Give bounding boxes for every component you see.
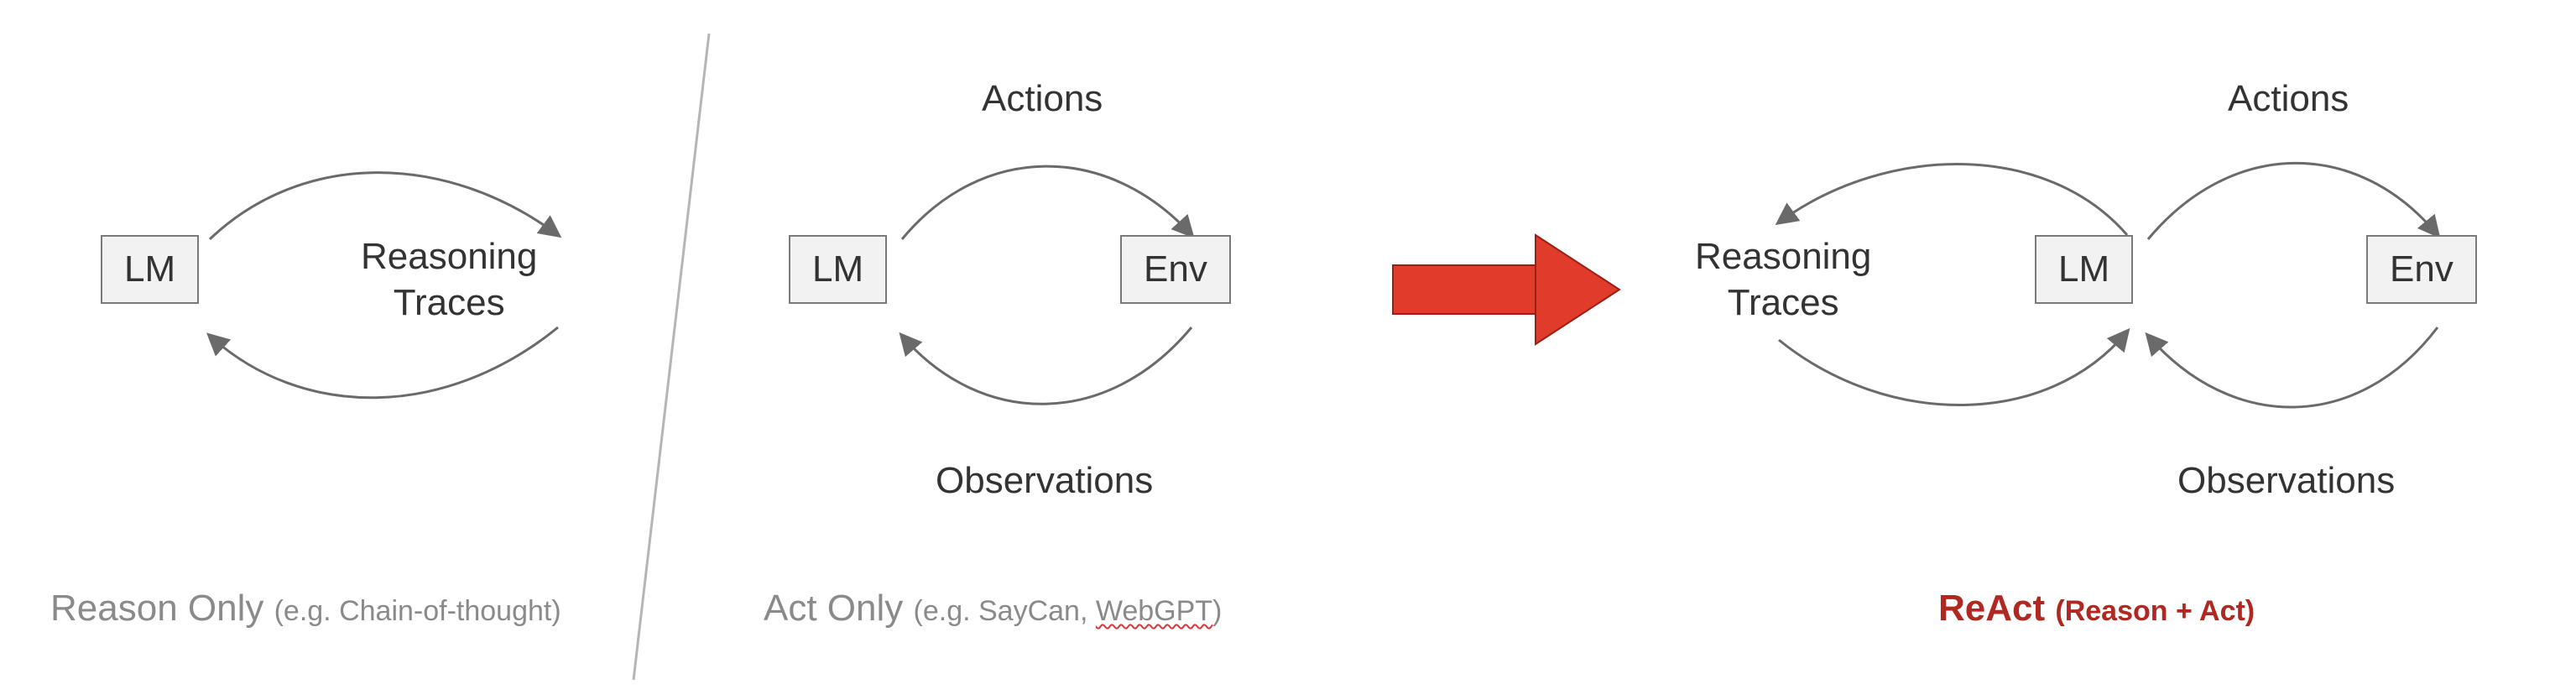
act-only-env-box: Env xyxy=(1120,235,1231,304)
act-only-caption-sub-squiggle: WebGPT xyxy=(1096,595,1212,627)
react-env-box: Env xyxy=(2366,235,2477,304)
act-only-observations-label: Observations xyxy=(936,457,1153,504)
act-only-actions-label: Actions xyxy=(982,76,1103,122)
act-only-caption-main: Act Only xyxy=(764,588,903,629)
reason-only-caption: Reason Only (e.g. Chain-of-thought) xyxy=(50,588,561,630)
react-lm-label: LM xyxy=(2058,248,2109,290)
react-caption: ReAct (Reason + Act) xyxy=(1938,588,2255,630)
act-only-caption-sub-prefix: (e.g. SayCan, xyxy=(914,595,1096,627)
act-only-lm-box: LM xyxy=(789,235,887,304)
act-only-caption-sub-suffix: ) xyxy=(1212,595,1222,627)
react-caption-main: ReAct xyxy=(1938,588,2045,629)
act-only-caption: Act Only (e.g. SayCan, WebGPT) xyxy=(764,588,1222,630)
react-traces-label: Reasoning Traces xyxy=(1695,233,1871,326)
react-lm-box: LM xyxy=(2035,235,2133,304)
reason-only-lm-box: LM xyxy=(101,235,199,304)
reason-only-traces-label: Reasoning Traces xyxy=(361,233,537,326)
act-only-env-label: Env xyxy=(1144,248,1207,290)
react-env-label: Env xyxy=(2390,248,2453,290)
reason-only-caption-sub: (e.g. Chain-of-thought) xyxy=(274,595,561,627)
transition-arrow-icon xyxy=(1393,235,1619,344)
react-caption-sub: (Reason + Act) xyxy=(2055,595,2255,627)
react-actions-label: Actions xyxy=(2228,76,2349,122)
act-only-lm-label: LM xyxy=(812,248,863,290)
reason-only-lm-label: LM xyxy=(124,248,175,290)
reason-only-caption-main: Reason Only xyxy=(50,588,263,629)
react-observations-label: Observations xyxy=(2177,457,2395,504)
